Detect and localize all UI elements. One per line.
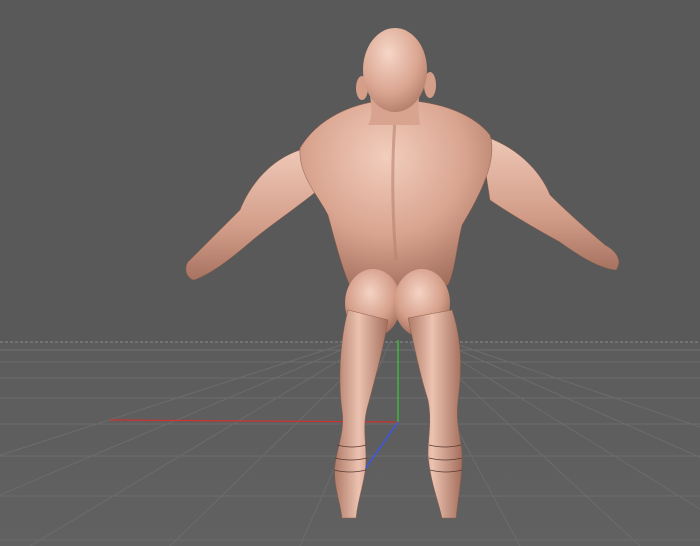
head[interactable] bbox=[363, 28, 427, 112]
3d-viewport[interactable] bbox=[0, 0, 700, 546]
viewport-canvas[interactable] bbox=[0, 0, 700, 546]
